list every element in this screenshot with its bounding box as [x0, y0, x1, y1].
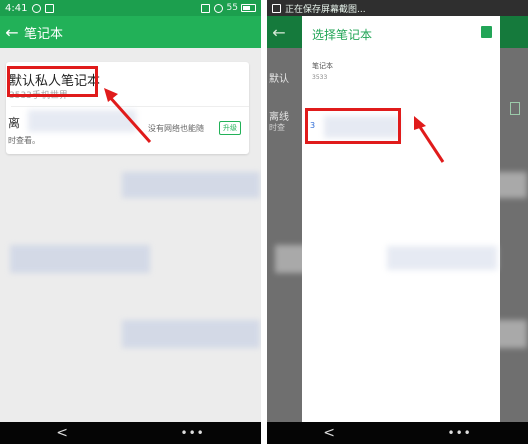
- nav-menu-icon[interactable]: •••: [448, 426, 472, 440]
- new-notebook-icon[interactable]: [481, 26, 492, 38]
- status-time: 4:41: [5, 2, 28, 14]
- dialog-section-label: 笔记本: [312, 62, 333, 70]
- mosaic-blur: [122, 172, 260, 198]
- offline-desc: 没有网络也能随: [148, 124, 204, 133]
- mosaic-blur: [28, 110, 136, 132]
- wifi-icon: [213, 3, 223, 13]
- offline-label: 离: [8, 116, 21, 130]
- divider: [11, 106, 249, 107]
- back-arrow-icon[interactable]: ←: [0, 23, 24, 42]
- background-text: 离线: [269, 112, 289, 123]
- upgrade-button-peek: [510, 102, 520, 115]
- status-text: 正在保存屏幕截图...: [285, 4, 366, 15]
- sync-icon: [32, 3, 42, 13]
- battery-level: 55: [226, 3, 238, 13]
- highlight-box: [7, 66, 98, 97]
- nav-back-icon[interactable]: <: [323, 425, 335, 441]
- app-bar: ← 笔记本: [0, 16, 261, 48]
- image-icon: [45, 3, 55, 13]
- screenshot-icon: [272, 3, 281, 13]
- system-nav-bar: < •••: [0, 422, 261, 444]
- nav-menu-icon[interactable]: •••: [181, 426, 205, 440]
- nav-back-icon[interactable]: <: [56, 425, 68, 441]
- vibrate-icon: [200, 3, 210, 13]
- select-notebook-dialog: 选择笔记本 笔记本 3533 3: [302, 16, 500, 422]
- screenshot-composite: 4:41 55 ← 笔记本 默认私人笔记本 3533手机世界 离 没有网络也能随…: [0, 0, 528, 444]
- mosaic-blur: [387, 246, 497, 270]
- dialog-title: 选择笔记本: [312, 28, 373, 42]
- status-bar: 4:41 55: [0, 0, 261, 16]
- highlight-box[interactable]: [305, 108, 401, 144]
- page-title: 笔记本: [24, 26, 64, 42]
- battery-icon: [241, 4, 256, 12]
- status-bar: 正在保存屏幕截图...: [267, 0, 528, 16]
- background-text: 默认: [269, 74, 289, 85]
- mosaic-blur: [122, 320, 260, 348]
- upgrade-button[interactable]: 升级: [219, 121, 241, 135]
- back-arrow-icon[interactable]: ←: [267, 23, 291, 42]
- dialog-section-sub: 3533: [312, 74, 328, 81]
- system-nav-bar: < •••: [267, 422, 528, 444]
- background-text: 时查: [269, 123, 285, 132]
- right-phone-screen: 正在保存屏幕截图... ← 默认 离线 时查 选择笔记本 笔记本 3533 3 …: [267, 0, 528, 444]
- mosaic-blur: [10, 245, 150, 273]
- offline-desc-2: 时查看。: [8, 136, 40, 145]
- left-phone-screen: 4:41 55 ← 笔记本 默认私人笔记本 3533手机世界 离 没有网络也能随…: [0, 0, 261, 444]
- notebook-card[interactable]: 默认私人笔记本 3533手机世界 离 没有网络也能随 时查看。 升级: [6, 62, 249, 154]
